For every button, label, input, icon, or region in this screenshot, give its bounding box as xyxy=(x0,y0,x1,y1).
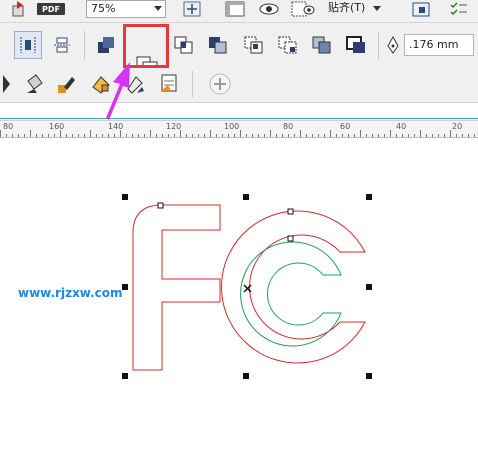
outline-width-input[interactable]: .176 mm xyxy=(404,34,474,56)
node-marker[interactable] xyxy=(287,208,294,215)
pointer-arrow-icon xyxy=(106,62,130,120)
ruler-label: 40 xyxy=(396,122,407,131)
ruler-tick xyxy=(450,130,451,137)
ruler-tick xyxy=(360,130,361,137)
snap-to-dropdown[interactable]: 贴齐(T) xyxy=(328,0,381,18)
full-screen-preview-icon[interactable] xyxy=(182,0,202,18)
snap-label: 贴齐(T) xyxy=(328,1,366,14)
ruler-tick xyxy=(300,130,301,137)
import-icon[interactable] xyxy=(10,0,28,18)
intersect-icon[interactable] xyxy=(170,31,198,59)
ruler-label: 60 xyxy=(340,122,351,131)
weld-icon[interactable] xyxy=(92,31,120,59)
ruler-tick xyxy=(210,130,211,137)
eyedropper-icon[interactable] xyxy=(54,71,80,97)
align-distribute-icon[interactable] xyxy=(48,31,76,59)
standard-toolbar: PDF 75% 贴齐(T) xyxy=(0,0,478,23)
ruler-tick xyxy=(330,130,331,137)
ruler-label: 100 xyxy=(224,122,240,131)
ruler-tick xyxy=(60,130,61,137)
create-boundary-icon[interactable] xyxy=(308,31,336,59)
paint-bucket-icon[interactable] xyxy=(22,71,48,97)
selection-handle-bottom-left[interactable] xyxy=(122,373,128,379)
ruler-tick xyxy=(30,130,31,137)
node-marker[interactable] xyxy=(287,235,294,242)
ruler-tick xyxy=(0,130,1,137)
ruler-label: 120 xyxy=(166,122,182,131)
ruler-label: 160 xyxy=(49,122,65,131)
selection-handle-bottom[interactable] xyxy=(243,373,249,379)
quick-customize-icon[interactable] xyxy=(14,31,42,59)
outline-width-value: .176 mm xyxy=(409,38,459,51)
export-pdf-button[interactable]: PDF xyxy=(34,0,68,18)
ruler-label: 20 xyxy=(452,122,463,131)
ruler-tick xyxy=(420,130,421,137)
boundary-icon[interactable] xyxy=(342,31,370,59)
simplify-icon[interactable] xyxy=(204,31,232,59)
tool-toolbar xyxy=(0,67,478,103)
back-minus-front-icon[interactable] xyxy=(274,31,302,59)
options-icon[interactable] xyxy=(410,0,432,18)
watermark-text: www.rjzxw.com xyxy=(18,286,123,300)
ruler-tick xyxy=(270,130,271,137)
chevron-down-icon xyxy=(372,5,381,11)
letter-f-outline[interactable] xyxy=(132,204,221,371)
selection-handle-top-right[interactable] xyxy=(366,194,372,200)
add-tool-icon[interactable] xyxy=(206,71,234,97)
checklist-icon[interactable] xyxy=(448,0,470,18)
ruler-tick xyxy=(240,130,241,137)
ruler-tick xyxy=(90,130,91,137)
horizontal-ruler: 80 160 140 120 100 80 60 40 20 xyxy=(0,120,478,138)
ruler-tick xyxy=(390,130,391,137)
ruler-accent-line xyxy=(0,118,478,119)
letter-c-outer-outline[interactable] xyxy=(221,210,366,364)
letter-c-inner-outline[interactable] xyxy=(240,241,342,347)
selection-handle-top-left[interactable] xyxy=(122,194,128,200)
show-rulers-icon[interactable] xyxy=(224,0,246,18)
chevron-down-icon xyxy=(154,6,162,11)
pdf-label: PDF xyxy=(42,5,60,14)
selection-handle-right[interactable] xyxy=(366,284,372,290)
zoom-value: 75% xyxy=(91,2,116,15)
outline-pen-icon xyxy=(384,33,402,57)
view-mode-icon[interactable] xyxy=(256,0,282,18)
toolbar-grip-icon xyxy=(0,71,14,97)
object-properties-icon[interactable] xyxy=(156,71,182,97)
ruler-label: 80 xyxy=(283,122,294,131)
ruler-tick xyxy=(150,130,151,137)
ruler-label: 80 xyxy=(3,122,14,131)
show-grid-icon[interactable] xyxy=(290,0,316,18)
selection-handle-top[interactable] xyxy=(243,194,249,200)
front-minus-back-icon[interactable] xyxy=(240,31,268,59)
selection-handle-bottom-right[interactable] xyxy=(366,373,372,379)
node-marker[interactable] xyxy=(157,202,164,209)
ruler-tick xyxy=(120,130,121,137)
zoom-level-select[interactable]: 75% xyxy=(86,0,166,18)
ruler-tick xyxy=(180,130,181,137)
